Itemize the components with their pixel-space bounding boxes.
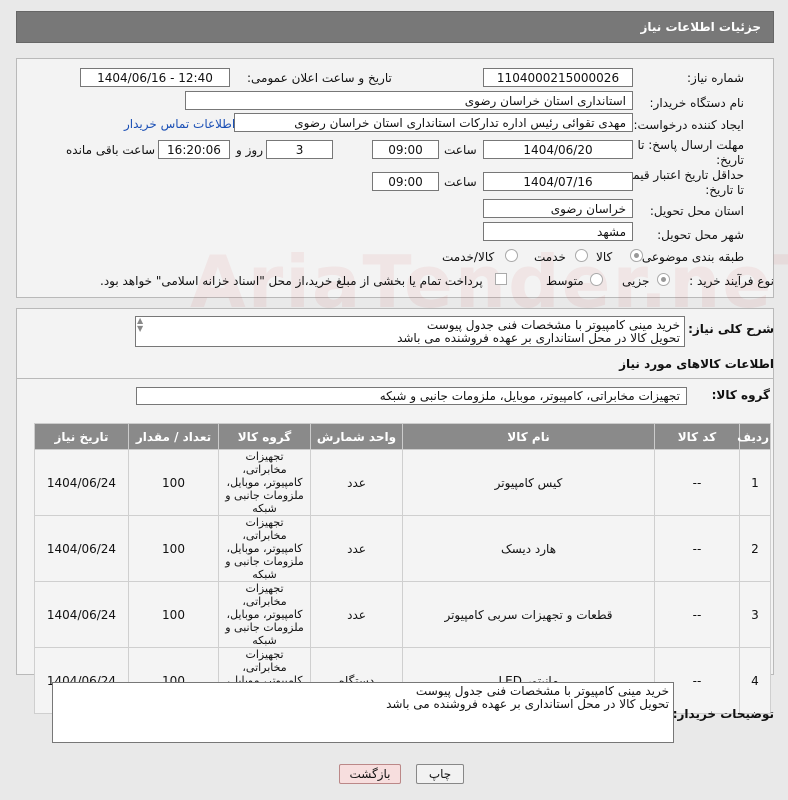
textarea-scroll-arrows-icon[interactable]: ▲ ▼ xyxy=(137,317,143,333)
cell-unit: عدد xyxy=(310,449,403,516)
cell-date: 1404/06/24 xyxy=(34,515,129,582)
validity-date-field: 1404/07/16 xyxy=(483,172,633,191)
deadline-time-label: ساعت xyxy=(444,143,477,157)
creator-label: ایجاد کننده درخواست: xyxy=(633,118,744,132)
deadline-label-line1: مهلت ارسال پاسخ: تا xyxy=(637,138,744,152)
process-radio-medium[interactable] xyxy=(590,273,603,286)
col-header-unit: واحد شمارش xyxy=(310,423,403,450)
category-radio-service[interactable] xyxy=(575,249,588,262)
cell-code: -- xyxy=(654,581,740,648)
cell-date: 1404/06/24 xyxy=(34,581,129,648)
goods-group-label: گروه کالا: xyxy=(711,388,770,402)
col-header-qty: تعداد / مقدار xyxy=(128,423,219,450)
cell-qty: 100 xyxy=(128,515,219,582)
buyer-org-field: استانداری استان خراسان رضوی xyxy=(185,91,633,110)
cell-unit: عدد xyxy=(310,581,403,648)
treasury-payment-note: پرداخت تمام یا بخشی از مبلغ خرید،از محل … xyxy=(100,274,483,288)
summary-line-2: تحویل کالا در محل استانداری بر عهده فروش… xyxy=(397,331,680,345)
buyer-notes-label: توضیحات خریدار: xyxy=(672,707,774,721)
days-label: روز و xyxy=(236,143,263,157)
table-row: 3 -- قطعات و تجهیزات سربی کامپیوتر عدد ت… xyxy=(34,581,771,648)
cell-index: 4 xyxy=(739,647,771,714)
category-label: طبقه بندی موضوعی: xyxy=(637,250,744,264)
category-option-goods: کالا xyxy=(596,250,613,264)
city-label: شهر محل تحویل: xyxy=(657,228,744,242)
goods-group-field: تجهیزات مخابراتی، کامپیوتر، موبایل، ملزو… xyxy=(136,387,687,405)
cell-index: 2 xyxy=(739,515,771,582)
category-option-goods-service: کالا/خدمت xyxy=(442,250,495,264)
table-row: 1 -- کیس کامپیوتر عدد تجهیزات مخابراتی، … xyxy=(34,449,771,516)
cell-group: تجهیزات مخابراتی، کامپیوتر، موبایل، ملزو… xyxy=(218,581,311,648)
announce-label: تاریخ و ساعت اعلان عمومی: xyxy=(247,71,392,85)
announce-field: 1404/06/16 - 12:40 xyxy=(80,68,230,87)
process-option-medium: متوسط xyxy=(546,274,584,288)
col-header-index: ردیف xyxy=(737,423,771,450)
province-field: خراسان رضوی xyxy=(483,199,633,218)
cell-date: 1404/06/24 xyxy=(34,449,129,516)
city-field: مشهد xyxy=(483,222,633,241)
cell-qty: 100 xyxy=(128,449,219,516)
province-label: استان محل تحویل: xyxy=(649,204,744,218)
cell-index: 3 xyxy=(739,581,771,648)
goods-section-title: اطلاعات کالاهای مورد نیاز xyxy=(619,357,774,371)
category-radio-goods[interactable] xyxy=(630,249,643,262)
buyer-notes-textarea[interactable]: خرید مینی کامپیوتر با مشخصات فنی جدول پی… xyxy=(52,682,674,743)
cell-group: تجهیزات مخابراتی، کامپیوتر، موبایل، ملزو… xyxy=(218,515,311,582)
cell-code: -- xyxy=(654,449,740,516)
col-header-group: گروه کالا xyxy=(218,423,311,450)
need-number-label: شماره نیاز: xyxy=(687,71,744,85)
remaining-time-label: ساعت باقی مانده xyxy=(66,143,156,157)
back-button[interactable]: بازگشت xyxy=(339,764,401,784)
table-row: 2 -- هارد دیسک عدد تجهیزات مخابراتی، کام… xyxy=(34,515,771,582)
deadline-date-field: 1404/06/20 xyxy=(483,140,633,159)
creator-field: مهدی تقوائی رئیس اداره تدارکات استانداری… xyxy=(234,113,633,132)
col-header-code: کد کالا xyxy=(654,423,740,450)
process-option-minor: جزیی xyxy=(622,274,650,288)
category-option-service: خدمت xyxy=(534,250,566,264)
cell-unit: عدد xyxy=(310,515,403,582)
need-number-field: 1104000215000026 xyxy=(483,68,633,87)
treasury-payment-checkbox[interactable] xyxy=(495,273,507,285)
cell-name: هارد دیسک xyxy=(402,515,655,582)
validity-label-line1: حداقل تاریخ اعتبار قیمت: xyxy=(617,168,744,182)
summary-label: شرح کلی نیاز: xyxy=(688,322,774,336)
contact-info-link[interactable]: اطلاعات تماس خریدار xyxy=(124,117,235,131)
deadline-time-field: 09:00 xyxy=(372,140,439,159)
goods-table: ردیف کد کالا نام کالا واحد شمارش گروه کا… xyxy=(34,423,771,714)
deadline-label-line2: تاریخ: xyxy=(716,153,744,167)
page-title: جزئیات اطلاعات نیاز xyxy=(640,20,761,34)
process-radio-minor[interactable] xyxy=(657,273,670,286)
summary-textarea[interactable]: خرید مینی کامپیوتر با مشخصات فنی جدول پی… xyxy=(135,316,685,347)
page-title-bar: جزئیات اطلاعات نیاز xyxy=(16,11,774,43)
buyer-org-label: نام دستگاه خریدار: xyxy=(649,96,745,110)
cell-code: -- xyxy=(654,515,740,582)
cell-name: کیس کامپیوتر xyxy=(402,449,655,516)
days-remaining-field: 3 xyxy=(266,140,333,159)
validity-label-line2: تا تاریخ: xyxy=(705,183,744,197)
print-button[interactable]: چاپ xyxy=(416,764,464,784)
col-header-name: نام کالا xyxy=(402,423,655,450)
process-type-label: نوع فرآیند خرید : xyxy=(689,274,774,288)
cell-index: 1 xyxy=(739,449,771,516)
goods-table-header: ردیف کد کالا نام کالا واحد شمارش گروه کا… xyxy=(34,423,771,450)
validity-time-label: ساعت xyxy=(444,175,477,189)
category-radio-goods-service[interactable] xyxy=(505,249,518,262)
buyer-notes-line-2: تحویل کالا در محل استانداری بر عهده فروش… xyxy=(386,697,669,711)
cell-group: تجهیزات مخابراتی، کامپیوتر، موبایل، ملزو… xyxy=(218,449,311,516)
cell-name: قطعات و تجهیزات سربی کامپیوتر xyxy=(402,581,655,648)
validity-time-field: 09:00 xyxy=(372,172,439,191)
col-header-date: تاریخ نیاز xyxy=(34,423,129,450)
remaining-time-field: 16:20:06 xyxy=(158,140,230,159)
cell-qty: 100 xyxy=(128,581,219,648)
